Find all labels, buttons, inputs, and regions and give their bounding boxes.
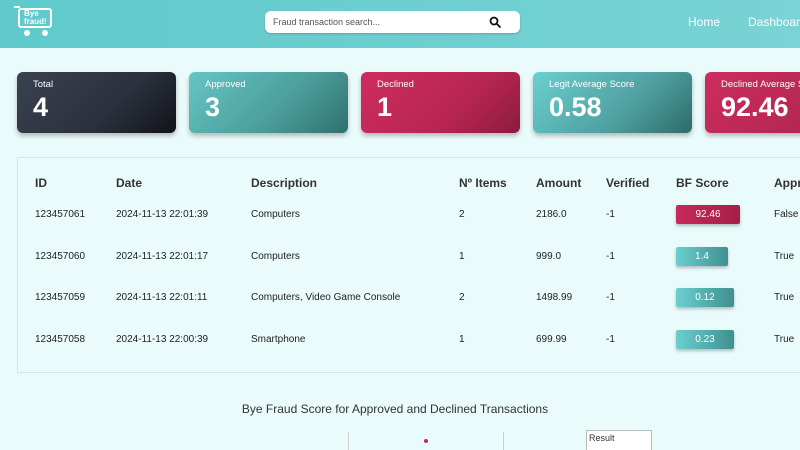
search-bar (265, 11, 520, 33)
nav-home-link[interactable]: Home (688, 15, 720, 29)
cell-date: 2024-11-13 22:00:39 (116, 334, 209, 345)
cell-amount: 1498.99 (536, 292, 573, 303)
legend-title: Result (589, 433, 615, 443)
cell-amount: 699.99 (536, 334, 567, 345)
cell-approved: True (774, 251, 795, 262)
cell-verified: -1 (606, 292, 615, 303)
stat-value: 4 (33, 92, 49, 122)
logo-text: Bye fraud! (24, 9, 47, 26)
cell-date: 2024-11-13 22:01:11 (116, 292, 208, 303)
top-navbar: Bye fraud! Home Dashboard (0, 0, 800, 48)
column-header-items[interactable]: Nº Items (459, 176, 507, 190)
cart-wheel-left (24, 30, 30, 36)
cell-approved: True (774, 334, 795, 345)
chart-title: Bye Fraud Score for Approved and Decline… (241, 402, 549, 416)
cell-amount: 2186.0 (536, 209, 567, 220)
stat-label: Legit Average Score (549, 79, 635, 90)
chart-divider (503, 432, 504, 450)
cell-items: 1 (459, 251, 465, 262)
chart-plot-area (348, 432, 592, 450)
search-icon[interactable] (489, 16, 501, 28)
cell-id: 123457061 (35, 209, 86, 220)
cell-description: Smartphone (251, 334, 306, 345)
cell-id: 123457060 (35, 251, 86, 262)
cell-description: Computers (251, 209, 300, 220)
chart-point (424, 439, 428, 443)
cart-wheel-right (42, 30, 48, 36)
cell-id: 123457059 (35, 292, 86, 303)
stat-value: 3 (205, 92, 221, 122)
cell-items: 1 (459, 334, 465, 345)
cell-verified: -1 (606, 334, 615, 345)
score-badge: 1.4 (676, 247, 728, 266)
column-header-bf-score[interactable]: BF Score (676, 176, 729, 190)
brand-logo[interactable]: Bye fraud! (14, 6, 54, 36)
cell-id: 123457058 (35, 334, 86, 345)
stat-label: Total (33, 79, 54, 90)
cell-approved: True (774, 292, 795, 303)
score-badge: 92.46 (676, 205, 740, 224)
score-badge: 0.23 (676, 330, 734, 349)
stat-value: 0.58 (549, 92, 602, 122)
stat-value: 92.46 (721, 92, 789, 122)
column-header-verified[interactable]: Verified (606, 176, 649, 190)
stat-label: Declined Average Score (721, 79, 800, 90)
cell-approved: False (774, 209, 799, 220)
cell-verified: -1 (606, 251, 615, 262)
column-header-id[interactable]: ID (35, 176, 47, 190)
stat-card-declined-average-score: Declined Average Score 92.46 (705, 72, 800, 133)
cell-amount: 999.0 (536, 251, 562, 262)
cell-description: Computers, Video Game Console (251, 292, 401, 303)
nav-dashboard-link[interactable]: Dashboard (748, 15, 800, 29)
stat-card-legit-average-score: Legit Average Score 0.58 (533, 72, 692, 133)
cell-verified: -1 (606, 209, 615, 220)
chart-legend: Result (586, 430, 652, 450)
column-header-description[interactable]: Description (251, 176, 317, 190)
stat-card-approved: Approved 3 (189, 72, 348, 133)
cell-items: 2 (459, 292, 465, 303)
stat-card-declined: Declined 1 (361, 72, 520, 133)
search-input[interactable] (265, 11, 485, 33)
stat-label: Approved (205, 79, 246, 90)
cell-date: 2024-11-13 22:01:17 (116, 251, 209, 262)
column-header-date[interactable]: Date (116, 176, 142, 190)
stat-label: Declined (377, 79, 414, 90)
cell-date: 2024-11-13 22:01:39 (116, 209, 209, 220)
cell-description: Computers (251, 251, 300, 262)
stat-card-total: Total 4 (17, 72, 176, 133)
column-header-approved[interactable]: Approved (774, 176, 800, 190)
score-badge: 0.12 (676, 288, 734, 307)
stat-value: 1 (377, 92, 393, 122)
cell-items: 2 (459, 209, 465, 220)
column-header-amount[interactable]: Amount (536, 176, 581, 190)
